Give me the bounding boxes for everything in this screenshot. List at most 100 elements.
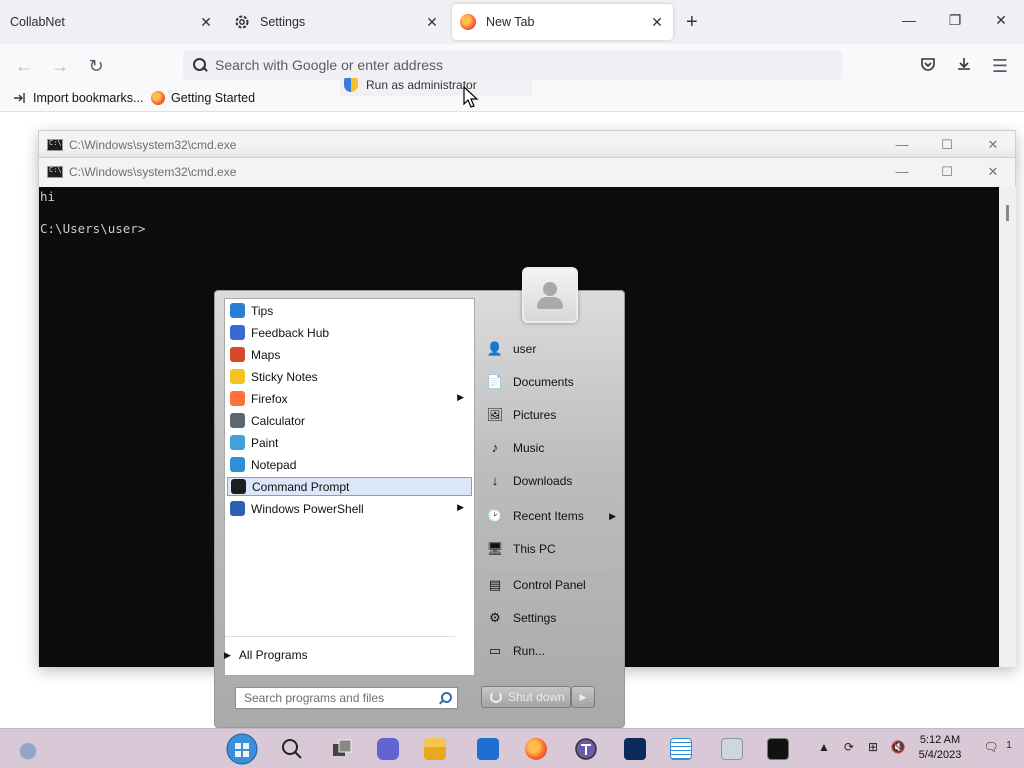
bookmark-import[interactable]: Import bookmarks...	[13, 91, 143, 105]
cmd-icon	[47, 166, 63, 178]
console-scrollbar[interactable]	[999, 187, 1016, 667]
program-label: Sticky Notes	[251, 369, 318, 384]
close-icon[interactable]: ✕	[649, 14, 665, 30]
close-window-icon[interactable]: ✕	[983, 137, 1003, 153]
tab-collabnet[interactable]: CollabNet ✕	[0, 4, 222, 40]
avatar-body	[537, 297, 563, 309]
settings-icon: ⚙	[489, 610, 501, 625]
tab-settings[interactable]: Settings ✕	[226, 4, 448, 40]
powershell-icon[interactable]	[620, 734, 650, 764]
program-label: Firefox	[251, 391, 288, 406]
avatar-head	[543, 282, 557, 296]
sync-icon[interactable]: ⟳	[840, 740, 858, 758]
minimize-icon[interactable]: —	[892, 137, 912, 152]
search-icon	[193, 58, 207, 72]
clock[interactable]: 5:12 AM 5/4/2023	[914, 733, 966, 763]
place-item[interactable]: 📄 Documents	[483, 370, 616, 394]
documents-app-icon[interactable]	[717, 734, 747, 764]
menu-icon[interactable]: ☰	[989, 55, 1011, 77]
new-tab-button[interactable]: +	[686, 12, 698, 32]
reload-icon[interactable]: ↻	[85, 55, 107, 77]
app-circle-icon[interactable]	[571, 734, 601, 764]
this-pc-icon: 🖥	[486, 541, 504, 556]
tab-new-tab[interactable]: New Tab ✕	[452, 4, 673, 40]
place-item[interactable]: 🖼 Pictures	[483, 403, 616, 427]
store-icon[interactable]	[473, 734, 503, 764]
forward-arrow-icon[interactable]: →	[49, 55, 71, 77]
search-icon[interactable]	[439, 692, 452, 704]
program-item[interactable]: Maps	[227, 345, 472, 364]
minimize-icon[interactable]: —	[899, 12, 919, 28]
restore-icon[interactable]: ❐	[945, 12, 965, 29]
maximize-icon[interactable]: ☐	[937, 164, 957, 180]
teams-chat-icon[interactable]	[373, 734, 403, 764]
notepad-icon[interactable]	[666, 734, 696, 764]
program-item[interactable]: Sticky Notes	[227, 367, 472, 386]
bookmark-getting-started[interactable]: Getting Started	[151, 91, 255, 105]
start-button[interactable]	[225, 732, 259, 766]
back-arrow-icon[interactable]: ←	[13, 55, 35, 77]
place-item[interactable]: ♪ Music	[483, 436, 616, 460]
clock-time: 5:12 AM	[919, 734, 961, 746]
download-icon[interactable]	[953, 55, 975, 77]
place-item[interactable]: 👤 user	[483, 337, 616, 361]
task-view-icon[interactable]	[327, 734, 357, 764]
weather-icon[interactable]	[13, 734, 43, 764]
close-icon[interactable]: ✕	[424, 14, 440, 30]
cmd-window-background[interactable]: C:\Windows\system32\cmd.exe — ☐ ✕	[38, 130, 1016, 160]
place-item[interactable]: 🕑 Recent Items ▶	[483, 504, 616, 528]
program-item[interactable]: Calculator	[227, 411, 472, 430]
program-item[interactable]: Feedback Hub	[227, 323, 472, 342]
scrollbar-thumb[interactable]	[1006, 205, 1009, 221]
place-label: Music	[513, 441, 545, 455]
program-item[interactable]: Tips	[227, 301, 472, 320]
clock-date: 5/4/2023	[918, 749, 962, 761]
search-programs-input[interactable]: Search programs and files	[235, 687, 458, 709]
divider	[483, 499, 611, 500]
gear-icon	[234, 14, 250, 30]
program-item[interactable]: Paint	[227, 433, 472, 452]
program-label: Notepad	[251, 457, 297, 472]
program-item[interactable]: Windows PowerShell ▶	[227, 499, 472, 518]
program-label: Tips	[251, 303, 274, 318]
place-item[interactable]: ▭ Run...	[483, 639, 616, 663]
volume-muted-icon[interactable]: 🔇	[889, 740, 907, 758]
maximize-icon[interactable]: ☐	[937, 137, 957, 153]
place-item[interactable]: ↓ Downloads	[483, 469, 616, 493]
shutdown-options-button[interactable]: ▶	[571, 686, 595, 708]
shutdown-button[interactable]: Shut down	[481, 686, 571, 708]
command-prompt-icon[interactable]	[763, 734, 793, 764]
run-as-admin-tooltip[interactable]: Run as administrator	[340, 74, 532, 96]
program-item[interactable]: Notepad	[227, 455, 472, 474]
power-icon	[490, 691, 502, 703]
bookmark-label: Getting Started	[171, 91, 256, 105]
avatar[interactable]	[522, 267, 578, 323]
program-item[interactable]: Command Prompt	[227, 477, 472, 496]
run-icon: ▭	[488, 643, 502, 658]
place-item[interactable]: 🖥 This PC	[483, 537, 616, 561]
program-label: Command Prompt	[252, 479, 350, 494]
close-window-icon[interactable]: ✕	[991, 12, 1011, 29]
notifications-icon[interactable]: 🗨	[982, 740, 1000, 758]
close-icon[interactable]: ✕	[198, 14, 214, 30]
taskbar: ▲ ⟳ ⊞ 🔇 5:12 AM 5/4/2023 🗨 1	[0, 728, 1024, 768]
calculator-icon	[230, 413, 245, 428]
file-explorer-icon[interactable]	[420, 734, 450, 764]
firefox-icon	[151, 91, 165, 105]
import-icon	[13, 91, 27, 105]
program-item[interactable]: Firefox ▶	[227, 389, 472, 408]
pictures-icon: 🖼	[486, 407, 504, 422]
pocket-icon[interactable]	[917, 55, 939, 77]
place-item[interactable]: ⚙ Settings	[483, 606, 616, 630]
all-programs-button[interactable]: ▶ All Programs	[224, 645, 454, 665]
program-label: Maps	[251, 347, 281, 362]
network-icon[interactable]: ⊞	[864, 740, 882, 758]
close-window-icon[interactable]: ✕	[983, 164, 1003, 180]
minimize-icon[interactable]: —	[892, 164, 912, 179]
chevron-up-icon[interactable]: ▲	[815, 740, 833, 758]
firefox-icon[interactable]	[521, 734, 551, 764]
console-prompt: C:\Users\user>	[40, 221, 146, 236]
place-item[interactable]: ▤ Control Panel	[483, 573, 616, 597]
window-title: C:\Windows\system32\cmd.exe	[69, 165, 237, 179]
search-icon[interactable]	[277, 734, 307, 764]
